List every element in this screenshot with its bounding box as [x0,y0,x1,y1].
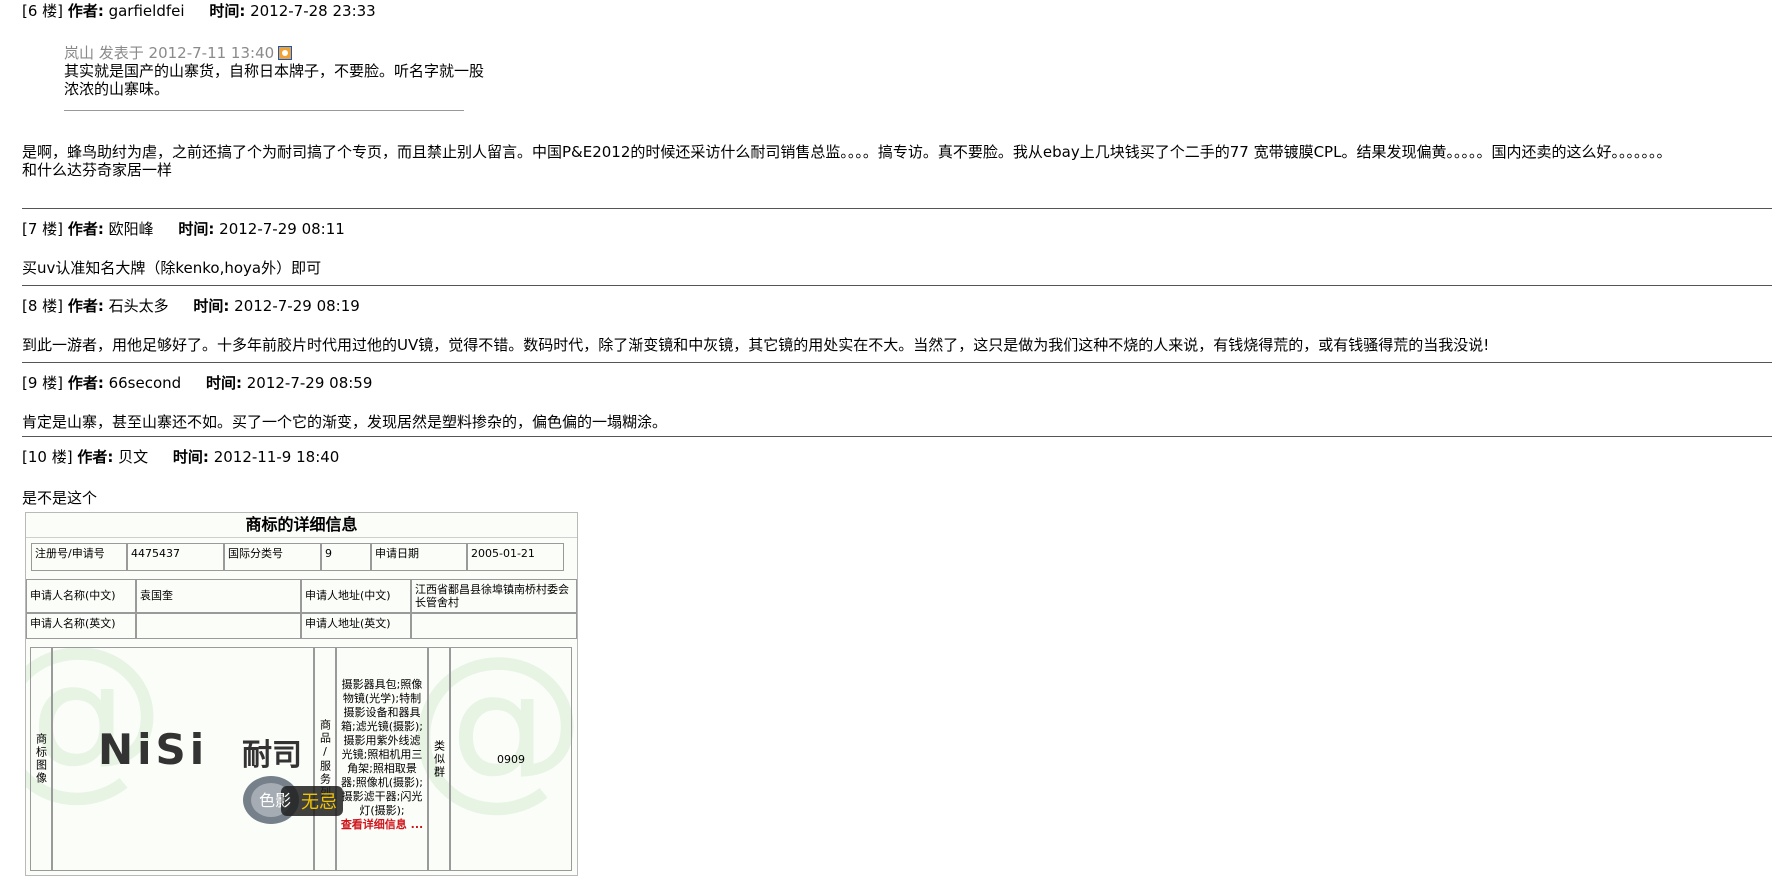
post-header-8: [8 楼] 作者: 石头太多 时间: 2012-7-29 08:19 [22,297,360,315]
post-body-7: 买uv认准知名大牌（除kenko,hoya外）即可 [22,259,1772,277]
post-divider [22,208,1772,209]
time-label: 时间: [193,297,230,315]
trademark-title: 商标的详细信息 [26,513,577,538]
author-name[interactable]: 贝文 [118,448,148,466]
watermark-logo-icon: 无忌 色影 [243,776,343,824]
time-label: 时间: [178,220,215,238]
post-divider [22,362,1772,363]
date: 2005-01-21 [467,543,564,571]
nisi-logo-cn: 耐司 [242,738,302,773]
reg-no: 4475437 [127,543,224,571]
post-body-8: 到此一游者，用他足够好了。十多年前胶片时代用过他的UV镜，觉得不错。数码时代，除… [22,336,1772,354]
author-label: 作者: [67,220,104,238]
post-time: 2012-7-28 23:33 [250,2,376,20]
floor-number: [6 楼] [22,2,64,20]
more-link[interactable]: 查看详细信息 ... [340,818,424,832]
quote-block: 岚山 发表于 2012-7-11 13:40 其实就是国产的山寨货，自称日本牌子… [64,44,484,111]
author-label: 作者: [77,448,114,466]
quote-divider [64,110,464,111]
post-time: 2012-7-29 08:59 [246,374,373,392]
post-body-10: 是不是这个 [22,489,1772,507]
goods-label: 商品/服务列 [314,647,336,871]
post-time: 2012-7-29 08:19 [234,297,360,315]
forum-thread: [6 楼] 作者: garfieldfei 时间: 2012-7-28 23:3… [0,0,1779,876]
svg-text:色影: 色影 [259,791,291,810]
post-text: 是不是这个 [22,489,98,507]
svg-text:无忌: 无忌 [301,792,337,813]
quote-text: 其实就是国产的山寨货，自称日本牌子，不要脸。听名字就一股浓浓的山寨味。 [64,62,485,98]
time-label: 时间: [172,448,209,466]
group-label: 类似群 [428,647,450,871]
post-header-10: [10 楼] 作者: 贝文 时间: 2012-11-9 18:40 [22,448,339,466]
floor-number: [10 楼] [22,448,73,466]
goods-cell: 摄影器具包;照像物镜(光学);特制摄影设备和器具箱;滤光镜(摄影);摄影用紫外线… [336,647,428,871]
floor-number: [9 楼] [22,374,64,392]
post-header-6: [6 楼] 作者: garfieldfei 时间: 2012-7-28 23:3… [22,2,376,20]
addr-en-label: 申请人地址(英文) [301,613,411,639]
post-body-6: 是啊，蜂鸟助纣为虐，之前还搞了个为耐司搞了个专页，而且禁止别人留言。中国P&E2… [22,143,1772,179]
time-label: 时间: [209,2,246,20]
name-cn-label: 申请人名称(中文) [26,579,136,613]
author-label: 作者: [67,374,104,392]
time-label: 时间: [205,374,242,392]
name-en [136,613,301,639]
post-text: 是啊，蜂鸟助纣为虐，之前还搞了个为耐司搞了个专页，而且禁止别人留言。中国P&E2… [22,143,1672,161]
post-divider [22,285,1772,286]
floor-number: [7 楼] [22,220,64,238]
post-text: 到此一游者，用他足够好了。十多年前胶片时代用过他的UV镜，觉得不错。数码时代，除… [22,336,1490,354]
post-header-9: [9 楼] 作者: 66second 时间: 2012-7-29 08:59 [22,374,372,392]
reg-no-label: 注册号/申请号 [31,543,127,571]
goods-list: 摄影器具包;照像物镜(光学);特制摄影设备和器具箱;滤光镜(摄影);摄影用紫外线… [341,678,423,817]
post-body-9: 肯定是山寨，甚至山寨还不如。买了一个它的渐变，发现居然是塑料掺杂的，偏色偏的一塌… [22,413,1772,431]
addr-cn-label: 申请人地址(中文) [301,579,411,613]
name-en-label: 申请人名称(英文) [26,613,136,639]
post-header-7: [7 楼] 作者: 欧阳峰 时间: 2012-7-29 08:11 [22,220,345,238]
nisi-logo: NiSi [98,725,209,774]
author-name[interactable]: 66second [109,374,182,392]
goto-quote-icon[interactable] [278,46,293,60]
post-time: 2012-7-29 08:11 [219,220,345,238]
class: 9 [321,543,371,571]
post-divider [22,436,1772,437]
quote-meta: 岚山 发表于 2012-7-11 13:40 [64,44,275,62]
author-name[interactable]: 石头太多 [109,297,169,315]
name-cn: 袁国奎 [136,579,301,613]
group: 0909 [450,647,572,871]
date-label: 申请日期 [371,543,467,571]
author-name[interactable]: 欧阳峰 [109,220,154,238]
author-name[interactable]: garfieldfei [109,2,185,20]
floor-number: [8 楼] [22,297,64,315]
author-label: 作者: [67,297,104,315]
author-label: 作者: [67,2,104,20]
post-time: 2012-11-9 18:40 [213,448,340,466]
trademark-image[interactable]: @ @ 商标的详细信息 注册号/申请号 4475437 国际分类号 9 申请日期… [25,512,578,876]
addr-en [411,613,577,639]
image-label: 商标图像 [30,647,52,871]
post-text: 买uv认准知名大牌（除kenko,hoya外）即可 [22,259,322,277]
post-text: 和什么达芬奇家居一样 [22,161,173,179]
class-label: 国际分类号 [224,543,321,571]
addr-cn: 江西省鄱昌县徐埠镇南桥村委会长管舍村 [411,579,577,613]
post-text: 肯定是山寨，甚至山寨还不如。买了一个它的渐变，发现居然是塑料掺杂的，偏色偏的一塌… [22,413,668,431]
